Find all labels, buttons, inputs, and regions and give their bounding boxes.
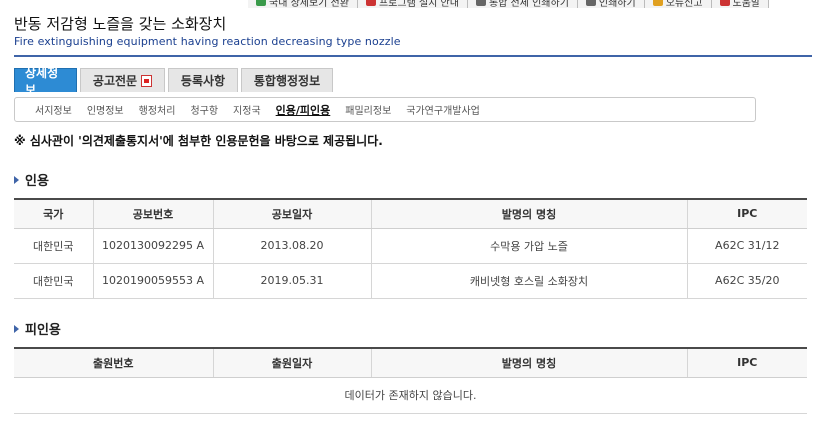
column-header: 출원일자 xyxy=(212,347,371,378)
cell-publication-date: 2013.08.20 xyxy=(212,228,371,264)
toolbar-item-print-all[interactable]: 통합 전체 인쇄하기 xyxy=(467,0,578,9)
wrench-icon xyxy=(365,0,376,6)
toolbar-item-report-error[interactable]: 오류신고 xyxy=(644,0,712,9)
tab-registration[interactable]: 등록사항 xyxy=(168,68,238,92)
subnav-national-rnd[interactable]: 국가연구개발사업 xyxy=(406,102,480,117)
cell-invention-title[interactable]: 수막용 가압 노즐 xyxy=(370,228,687,264)
tab-gazette[interactable]: 공고전문 xyxy=(80,68,165,92)
sub-navigation: 서지정보 인명정보 행정처리 청구항 지정국 인용/피인용 패밀리정보 국가연구… xyxy=(14,97,756,122)
subnav-citations[interactable]: 인용/피인용 xyxy=(276,102,331,118)
tab-label: 등록사항 xyxy=(180,74,226,88)
cited-by-heading: 피인용 xyxy=(14,319,61,338)
subnav-family[interactable]: 패밀리정보 xyxy=(345,102,391,117)
pdf-icon xyxy=(141,74,153,87)
column-header: 공보일자 xyxy=(212,198,371,229)
toolbar-item-print[interactable]: 인쇄하기 xyxy=(577,0,645,9)
table-header-row: 출원번호 출원일자 발명의 명칭 IPC xyxy=(14,347,807,378)
toolbar-item-label: 통합 전체 인쇄하기 xyxy=(488,0,569,9)
cell-publication-number[interactable]: 1020190059553 A xyxy=(92,263,213,299)
cited-by-table: 출원번호 출원일자 발명의 명칭 IPC 데이터가 존재하지 않습니다. xyxy=(14,347,807,414)
subnav-admin-process[interactable]: 행정처리 xyxy=(139,102,176,117)
cell-country: 대한민국 xyxy=(14,228,93,264)
citation-notice: ※ 심사관이 '의견제출통지서'에 첨부한 인용문헌을 바탕으로 제공됩니다. xyxy=(14,134,383,148)
table-row-empty: 데이터가 존재하지 않습니다. xyxy=(14,377,807,414)
toolbar-item-label: 도움말 xyxy=(732,0,761,9)
table-row[interactable]: 대한민국 1020190059553 A 2019.05.31 캐비넷형 호스릴… xyxy=(14,263,807,299)
page-title: 반동 저감형 노즐을 갖는 소화장치 xyxy=(14,15,227,33)
column-header: 발명의 명칭 xyxy=(370,347,687,378)
toolbar-item-label: 국내 상세보기 전환 xyxy=(269,0,349,9)
tab-detail-info[interactable]: 상세정보 xyxy=(14,66,77,97)
tab-label: 공고전문 xyxy=(92,74,138,88)
cell-publication-date: 2019.05.31 xyxy=(212,263,371,299)
citations-table: 국가 공보번호 공보일자 발명의 명칭 IPC 대한민국 10201300922… xyxy=(14,198,807,299)
arrow-right-icon xyxy=(14,175,19,184)
subnav-persons[interactable]: 인명정보 xyxy=(87,102,124,117)
cell-publication-number[interactable]: 1020130092295 A xyxy=(92,228,213,264)
toolbar-item-label: 인쇄하기 xyxy=(598,0,636,9)
toolbar-item-help[interactable]: 도움말 xyxy=(711,0,770,9)
arrow-right-icon xyxy=(14,324,19,333)
cell-country: 대한민국 xyxy=(14,263,93,299)
column-header: 공보번호 xyxy=(92,198,213,229)
tab-admin-info[interactable]: 통합행정정보 xyxy=(241,68,333,92)
column-header: IPC xyxy=(686,347,807,378)
toolbar-item-label: 오류신고 xyxy=(665,0,703,9)
table-header-row: 국가 공보번호 공보일자 발명의 명칭 IPC xyxy=(14,198,807,229)
toolbar-item-view-switch[interactable]: 국내 상세보기 전환 xyxy=(248,0,358,9)
alert-icon xyxy=(652,0,663,6)
subnav-claims[interactable]: 청구항 xyxy=(190,102,218,117)
help-icon xyxy=(719,0,730,6)
subnav-bibliographic[interactable]: 서지정보 xyxy=(35,102,72,117)
main-tabs: 상세정보 공고전문 등록사항 통합행정정보 xyxy=(14,66,333,97)
column-header: 발명의 명칭 xyxy=(370,198,687,229)
page-subtitle: Fire extinguishing equipment having reac… xyxy=(14,35,401,48)
print-icon xyxy=(585,0,596,6)
empty-message: 데이터가 존재하지 않습니다. xyxy=(14,377,807,414)
title-divider xyxy=(14,55,812,57)
subnav-designated-states[interactable]: 지정국 xyxy=(233,102,261,117)
column-header: 국가 xyxy=(14,198,93,229)
section-title: 인용 xyxy=(25,174,49,189)
top-toolbar: 국내 상세보기 전환 프로그램 설치 안내 통합 전체 인쇄하기 인쇄하기 오류… xyxy=(248,0,814,9)
tab-label: 상세정보 xyxy=(25,65,59,97)
cell-invention-title[interactable]: 캐비넷형 호스릴 소화장치 xyxy=(370,263,687,299)
cell-ipc: A62C 31/12 xyxy=(686,228,807,264)
section-title: 피인용 xyxy=(25,323,61,338)
toolbar-item-install-guide[interactable]: 프로그램 설치 안내 xyxy=(357,0,468,9)
toolbar-item-label: 프로그램 설치 안내 xyxy=(378,0,459,9)
table-row[interactable]: 대한민국 1020130092295 A 2013.08.20 수막용 가압 노… xyxy=(14,228,807,264)
column-header: IPC xyxy=(686,198,807,229)
tab-label: 통합행정정보 xyxy=(253,74,321,88)
globe-icon xyxy=(256,0,266,6)
cell-ipc: A62C 35/20 xyxy=(686,263,807,299)
citations-heading: 인용 xyxy=(14,170,49,189)
column-header: 출원번호 xyxy=(14,347,213,378)
print-icon xyxy=(475,0,486,6)
